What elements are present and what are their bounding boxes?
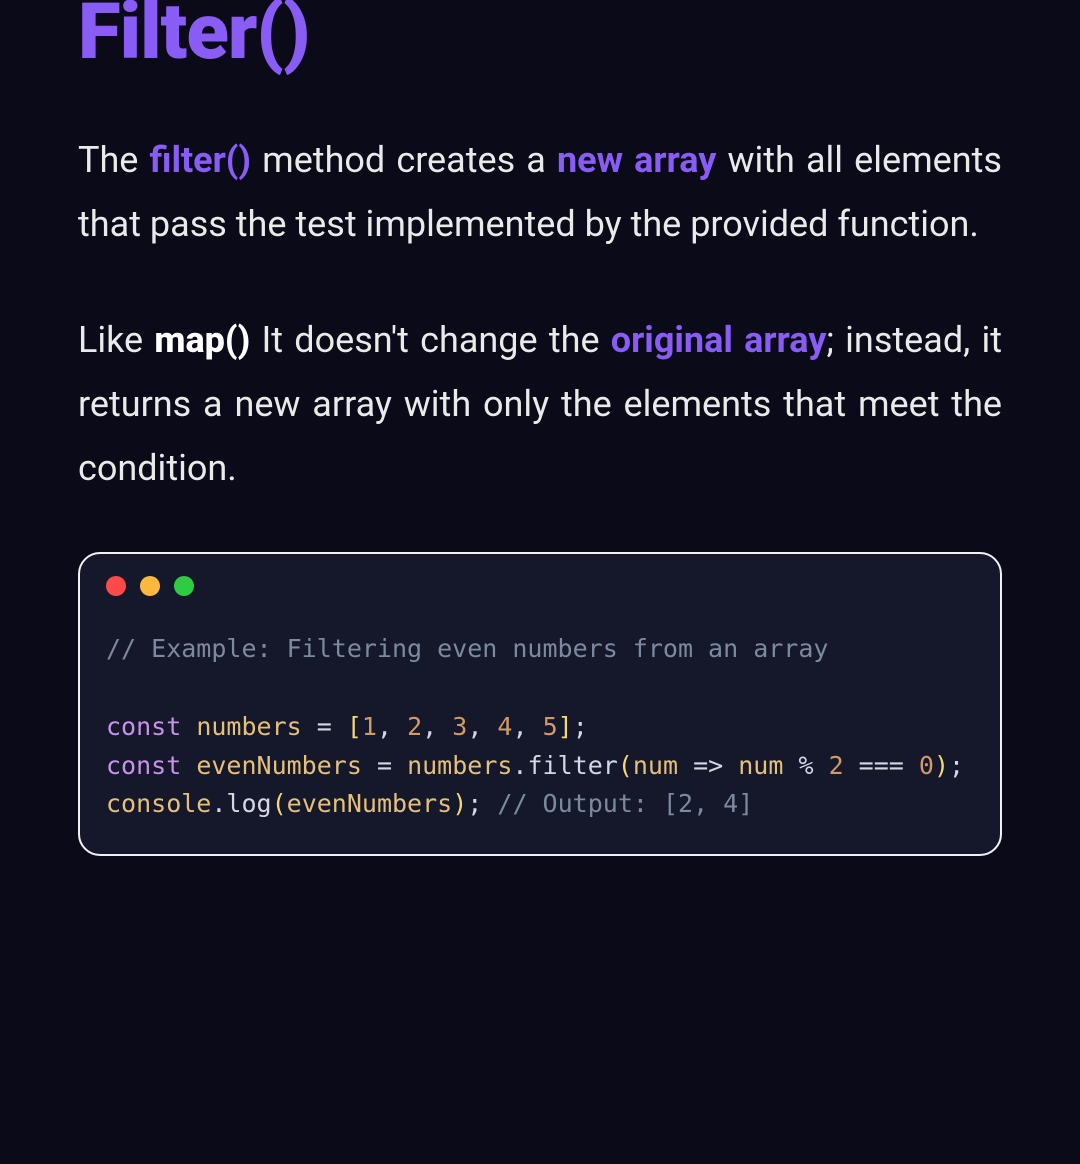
code-semi2: ;	[949, 751, 964, 780]
code-log: log	[226, 789, 271, 818]
code-out-comment: // Output: [2, 4]	[497, 789, 753, 818]
code-triple-eq: ===	[859, 751, 904, 780]
code-semi3: ;	[467, 789, 482, 818]
code-paren-open2: (	[272, 789, 287, 818]
code-c2: ,	[422, 712, 452, 741]
code-ident-numbers: numbers	[196, 712, 301, 741]
code-mod: %	[798, 751, 813, 780]
code-numbers-ref: numbers	[407, 751, 512, 780]
p2-highlight-original: original array	[611, 319, 827, 361]
paragraph-1: The filter() method creates a new array …	[78, 128, 1002, 256]
code-filter: filter	[527, 751, 617, 780]
code-n3: 3	[452, 712, 467, 741]
code-semi1: ;	[573, 712, 588, 741]
code-c1: ,	[377, 712, 407, 741]
p1-highlight-newarray: new array	[557, 139, 716, 181]
code-param: num	[633, 751, 678, 780]
code-block: // Example: Filtering even numbers from …	[106, 630, 974, 824]
code-arr-open: [	[347, 712, 362, 741]
p1-text-1: The	[78, 139, 150, 181]
code-comment: // Example: Filtering even numbers from …	[106, 634, 828, 663]
code-eq2: =	[362, 751, 407, 780]
traffic-red-icon	[106, 576, 126, 596]
code-paren-close2: )	[452, 789, 467, 818]
code-n1: 1	[362, 712, 377, 741]
traffic-green-icon	[174, 576, 194, 596]
code-eq1: =	[302, 712, 347, 741]
code-dot1: .	[512, 751, 527, 780]
p1-text-2: method creates a	[251, 139, 557, 181]
code-dot2: .	[211, 789, 226, 818]
code-paren-close1: )	[934, 751, 949, 780]
code-n5: 5	[543, 712, 558, 741]
code-n4: 4	[497, 712, 512, 741]
code-console: console	[106, 789, 211, 818]
p2-text-2: It doesn't change the	[250, 319, 611, 361]
traffic-yellow-icon	[140, 576, 160, 596]
p1-highlight-filter: filter()	[150, 139, 252, 181]
code-c3: ,	[467, 712, 497, 741]
code-arg: evenNumbers	[287, 789, 453, 818]
code-ident-even: evenNumbers	[196, 751, 362, 780]
code-expr-left: num	[738, 751, 798, 780]
code-zero: 0	[919, 751, 934, 780]
code-c4: ,	[512, 712, 542, 741]
code-kw-const2: const	[106, 751, 181, 780]
code-two: 2	[814, 751, 859, 780]
code-kw-const1: const	[106, 712, 181, 741]
p2-text-1: Like	[78, 319, 154, 361]
p2-bold-map: map()	[154, 319, 250, 361]
code-n2: 2	[407, 712, 422, 741]
code-window: // Example: Filtering even numbers from …	[78, 552, 1002, 856]
code-arrow: =>	[678, 751, 738, 780]
page-title: Filter()	[78, 0, 1002, 72]
code-arr-close: ]	[558, 712, 573, 741]
code-paren-open1: (	[618, 751, 633, 780]
window-traffic-lights	[106, 576, 974, 596]
paragraph-2: Like map() It doesn't change the origina…	[78, 308, 1002, 500]
